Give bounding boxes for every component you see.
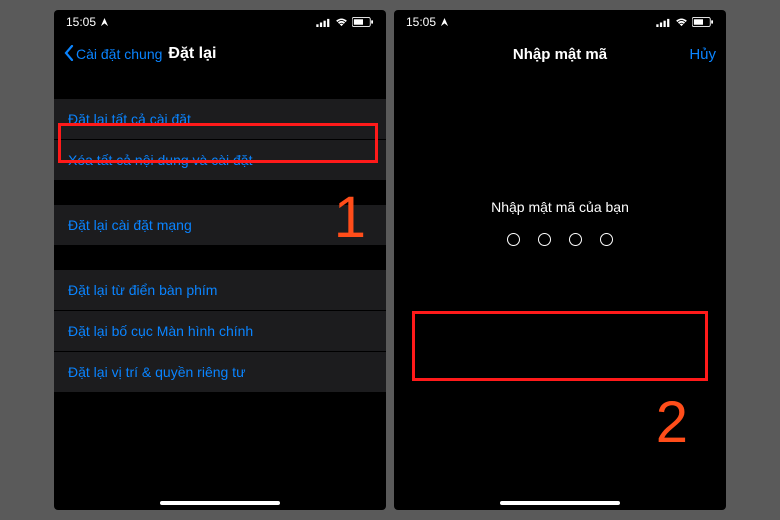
wifi-icon [675,18,688,27]
reset-location-privacy-row[interactable]: Đặt lại vị trí & quyền riêng tư [54,352,386,392]
location-icon [440,18,449,27]
passcode-entry: Nhập mật mã của bạn [394,199,726,246]
passcode-dots[interactable] [394,233,726,246]
nav-bar: Nhập mật mã Hủy [394,34,726,74]
reset-keyboard-row[interactable]: Đặt lại từ điển bàn phím [54,270,386,311]
passcode-prompt: Nhập mật mã của bạn [394,199,726,215]
signal-icon [316,18,331,27]
phone-screenshot-1: 15:05 Cài đặt chung Đặt [54,10,386,510]
nav-bar: Cài đặt chung Đặt lại [54,34,386,74]
annotation-step-2: 2 [656,389,688,456]
wifi-icon [335,18,348,27]
status-bar: 15:05 [394,10,726,34]
passcode-dot [569,233,582,246]
home-indicator[interactable] [500,501,620,505]
passcode-dot [538,233,551,246]
reset-all-settings-row[interactable]: Đặt lại tất cả cài đặt [54,99,386,140]
page-title: Đặt lại [168,45,216,63]
battery-icon [352,17,374,27]
home-indicator[interactable] [160,501,280,505]
cancel-button[interactable]: Hủy [689,46,716,63]
signal-icon [656,18,671,27]
status-time: 15:05 [66,15,96,29]
status-bar: 15:05 [54,10,386,34]
reset-home-layout-row[interactable]: Đặt lại bố cục Màn hình chính [54,311,386,352]
annotation-step-1: 1 [334,184,366,251]
passcode-dot [507,233,520,246]
back-label: Cài đặt chung [76,46,162,62]
phone-screenshot-2: 15:05 Nhập mật mã Hủy Nhập mật mã của bạ… [394,10,726,510]
status-time: 15:05 [406,15,436,29]
back-button[interactable]: Cài đặt chung [64,45,162,64]
page-title: Nhập mật mã [513,46,607,63]
battery-icon [692,17,714,27]
passcode-dot [600,233,613,246]
chevron-left-icon [64,45,74,64]
annotation-highlight-2 [412,311,708,381]
location-icon [100,18,109,27]
erase-all-content-row[interactable]: Xóa tất cả nội dung và cài đặt [54,140,386,180]
